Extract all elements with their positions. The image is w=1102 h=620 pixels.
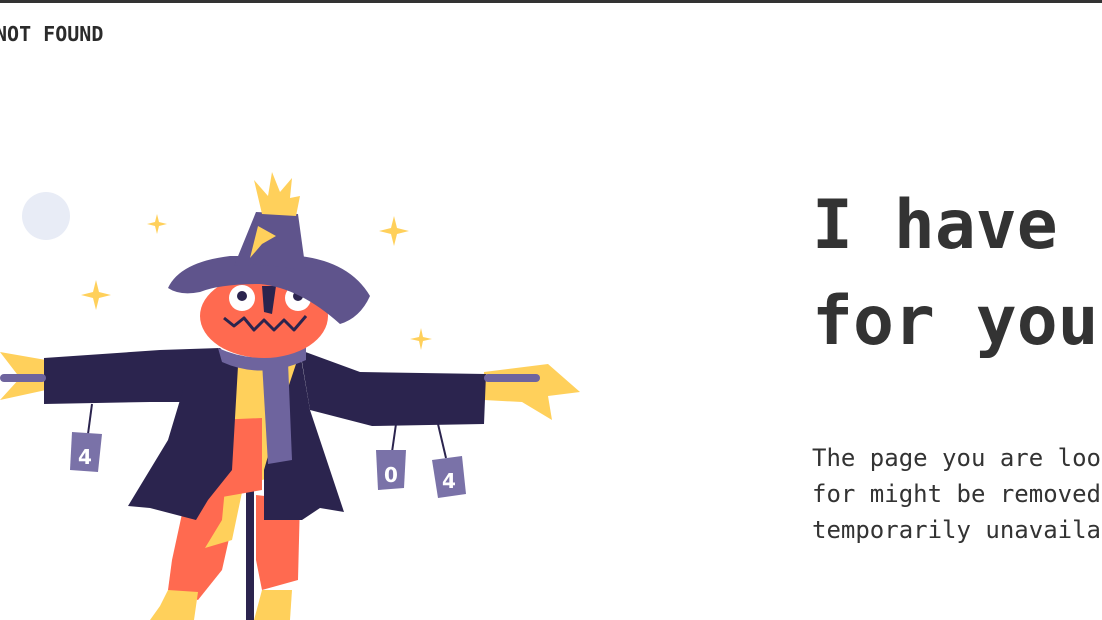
left-arm-bar <box>0 374 46 382</box>
headline-line-2: for you <box>812 282 1099 361</box>
right-foot-straw <box>254 590 292 620</box>
left-foot-straw <box>150 590 198 620</box>
can-right: 4 <box>432 456 466 498</box>
sparkle-icon <box>379 216 409 246</box>
can-label: 4 <box>442 469 456 493</box>
moon-icon <box>22 192 70 240</box>
can-left: 4 <box>70 432 102 472</box>
hat-straw <box>254 172 300 216</box>
sparkle-icon <box>410 328 432 350</box>
can-label: 4 <box>78 445 92 469</box>
description-line-3: temporarily unavaila <box>812 516 1101 544</box>
brand-title: NOT FOUND <box>0 22 104 46</box>
description-line-2: for might be removed <box>812 480 1101 508</box>
scarecrow-illustration: 4 0 4 <box>0 172 580 620</box>
description: The page you are loo for might be remove… <box>812 440 1101 548</box>
can-string <box>437 423 447 459</box>
can-string <box>87 403 93 435</box>
right-hand-straw <box>484 364 580 420</box>
can-string <box>391 423 397 453</box>
can-middle: 0 <box>376 450 406 490</box>
left-pupil <box>237 291 247 301</box>
description-line-1: The page you are loo <box>812 444 1101 472</box>
top-border <box>0 0 1102 3</box>
right-arm-bar <box>484 374 540 382</box>
hat-crown <box>234 212 306 272</box>
sparkle-icon <box>81 280 111 310</box>
headline: I have b for you <box>812 178 1102 370</box>
headline-line-1: I have b <box>812 186 1102 265</box>
right-sleeve <box>300 350 486 426</box>
sparkle-icon <box>147 214 167 234</box>
can-label: 0 <box>384 463 398 487</box>
